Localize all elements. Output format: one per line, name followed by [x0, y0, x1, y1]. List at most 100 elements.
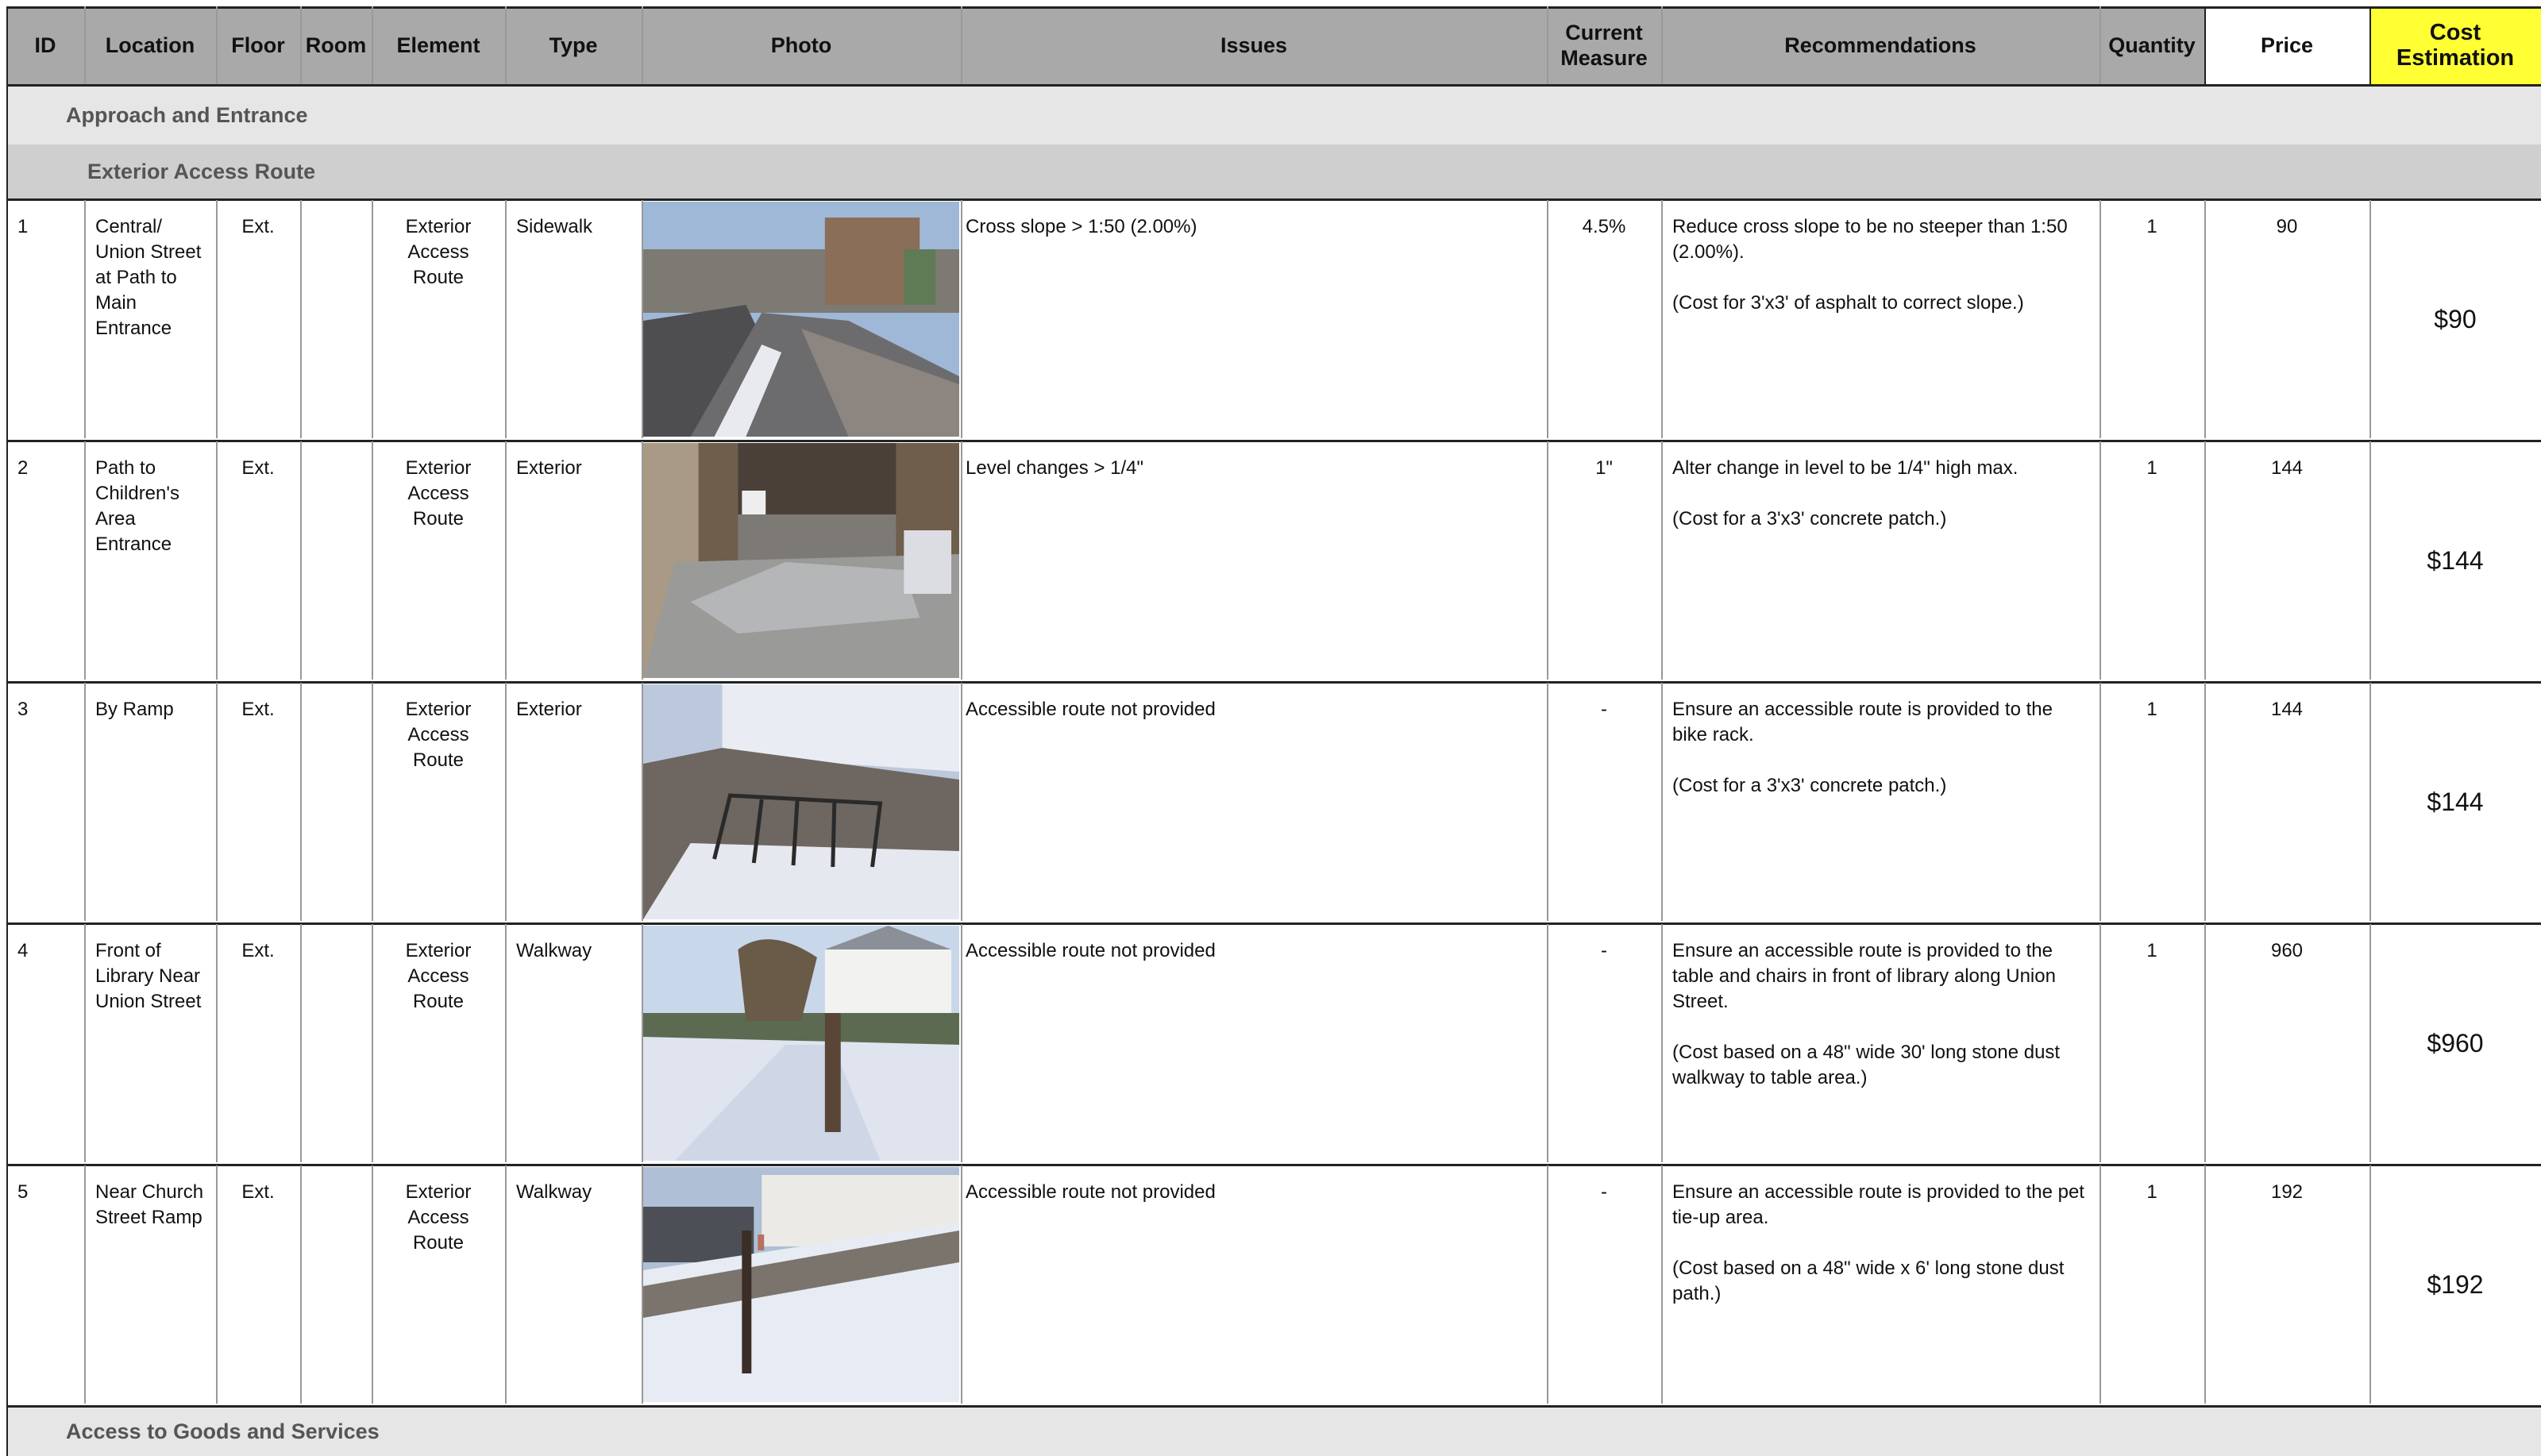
pet-tie-up-photo	[642, 1165, 961, 1404]
cell-floor[interactable]: Ext.	[216, 683, 300, 921]
column-header-location[interactable]: Location	[84, 6, 216, 84]
grid-line	[372, 924, 373, 1162]
cell-room[interactable]	[300, 200, 372, 438]
grid-line	[505, 200, 507, 438]
cell-current-measure[interactable]: -	[1547, 924, 1661, 1162]
column-header-recommendations[interactable]: Recommendations	[1661, 6, 2100, 84]
cell-issues[interactable]: Cross slope > 1:50 (2.00%)	[961, 200, 1547, 438]
cell-current-measure[interactable]: 1"	[1547, 441, 1661, 680]
cost-estimation-cell[interactable]: $960	[2369, 924, 2541, 1162]
cell-quantity[interactable]: 1	[2100, 683, 2204, 921]
cell-element[interactable]: Exterior Access Route	[372, 683, 505, 921]
grid-line	[300, 6, 302, 84]
cell-current-measure[interactable]: -	[1547, 683, 1661, 921]
cell-current-measure[interactable]: -	[1547, 1165, 1661, 1404]
grid-line	[216, 1165, 218, 1404]
grid-line	[2100, 683, 2101, 921]
cell-current-measure[interactable]: 4.5%	[1547, 200, 1661, 438]
cell-element[interactable]: Exterior Access Route	[372, 924, 505, 1162]
cell-id[interactable]: 4	[6, 924, 84, 1162]
cell-room[interactable]	[300, 441, 372, 680]
column-header-quantity[interactable]: Quantity	[2100, 6, 2204, 84]
column-header-cost[interactable]: Cost Estimation	[2369, 6, 2541, 84]
column-header-photo[interactable]: Photo	[642, 6, 961, 84]
cell-floor[interactable]: Ext.	[216, 1165, 300, 1404]
grid-line	[2204, 441, 2206, 680]
cell-issues[interactable]: Level changes > 1/4"	[961, 441, 1547, 680]
column-header-id[interactable]: ID	[6, 6, 84, 84]
grid-line	[6, 1405, 2541, 1408]
cell-recommendations[interactable]: Alter change in level to be 1/4" high ma…	[1661, 441, 2100, 680]
cell-issues[interactable]: Accessible route not provided	[961, 683, 1547, 921]
cell-room[interactable]	[300, 924, 372, 1162]
cell-type[interactable]: Sidewalk	[505, 200, 642, 438]
cell-location[interactable]: Near Church Street Ramp	[84, 1165, 216, 1404]
grid-line	[961, 1165, 962, 1404]
cell-location[interactable]: Central/ Union Street at Path to Main En…	[84, 200, 216, 438]
grid-line	[372, 1165, 373, 1404]
grid-line	[1547, 924, 1548, 1162]
cell-quantity[interactable]: 1	[2100, 1165, 2204, 1404]
cell-issues[interactable]: Accessible route not provided	[961, 1165, 1547, 1404]
grid-line	[961, 683, 962, 921]
cell-price[interactable]: 90	[2204, 200, 2369, 438]
column-header-issues[interactable]: Issues	[961, 6, 1547, 84]
grid-line	[84, 1165, 86, 1404]
grid-line	[1661, 200, 1663, 438]
grid-line	[300, 1165, 302, 1404]
cell-element[interactable]: Exterior Access Route	[372, 1165, 505, 1404]
cell-room[interactable]	[300, 683, 372, 921]
cell-location[interactable]: Front of Library Near Union Street	[84, 924, 216, 1162]
cost-estimation-cell[interactable]: $90	[2369, 200, 2541, 438]
cell-price[interactable]: 960	[2204, 924, 2369, 1162]
cell-location[interactable]: By Ramp	[84, 683, 216, 921]
grid-line	[1547, 200, 1548, 438]
cell-price[interactable]: 192	[2204, 1165, 2369, 1404]
cell-recommendations[interactable]: Ensure an accessible route is provided t…	[1661, 683, 2100, 921]
column-header-type[interactable]: Type	[505, 6, 642, 84]
cell-quantity[interactable]: 1	[2100, 441, 2204, 680]
cell-quantity[interactable]: 1	[2100, 924, 2204, 1162]
cell-room[interactable]	[300, 1165, 372, 1404]
grid-line	[961, 924, 962, 1162]
column-header-room[interactable]: Room	[300, 6, 372, 84]
cell-recommendations[interactable]: Ensure an accessible route is provided t…	[1661, 1165, 2100, 1404]
cell-location[interactable]: Path to Children's Area Entrance	[84, 441, 216, 680]
cell-type[interactable]: Walkway	[505, 1165, 642, 1404]
cell-recommendations[interactable]: Reduce cross slope to be no steeper than…	[1661, 200, 2100, 438]
grid-line	[961, 6, 962, 84]
cell-type[interactable]: Exterior	[505, 441, 642, 680]
cell-type[interactable]: Exterior	[505, 683, 642, 921]
cell-price[interactable]: 144	[2204, 683, 2369, 921]
grid-line	[1661, 683, 1663, 921]
cost-estimation-cell[interactable]: $192	[2369, 1165, 2541, 1404]
cell-price[interactable]: 144	[2204, 441, 2369, 680]
grid-line	[642, 924, 643, 1162]
column-header-price[interactable]: Price	[2204, 6, 2369, 84]
cell-floor[interactable]: Ext.	[216, 924, 300, 1162]
cell-id[interactable]: 1	[6, 200, 84, 438]
cell-element[interactable]: Exterior Access Route	[372, 200, 505, 438]
cell-issues[interactable]: Accessible route not provided	[961, 924, 1547, 1162]
cell-id[interactable]: 2	[6, 441, 84, 680]
cell-quantity[interactable]: 1	[2100, 200, 2204, 438]
cost-estimation-cell[interactable]: $144	[2369, 441, 2541, 680]
grid-line	[642, 1165, 643, 1404]
grid-line	[505, 1165, 507, 1404]
cell-type[interactable]: Walkway	[505, 924, 642, 1162]
grid-line	[2100, 6, 2101, 84]
column-header-floor[interactable]: Floor	[216, 6, 300, 84]
cell-floor[interactable]: Ext.	[216, 200, 300, 438]
grid-line	[6, 6, 2541, 9]
cell-id[interactable]: 5	[6, 1165, 84, 1404]
grid-line	[2369, 683, 2371, 921]
column-header-element[interactable]: Element	[372, 6, 505, 84]
cell-element[interactable]: Exterior Access Route	[372, 441, 505, 680]
cell-recommendations[interactable]: Ensure an accessible route is provided t…	[1661, 924, 2100, 1162]
cost-estimation-cell[interactable]: $144	[2369, 683, 2541, 921]
grid-line	[1661, 441, 1663, 680]
grid-line	[2204, 683, 2206, 921]
column-header-current-measure[interactable]: Current Measure	[1547, 6, 1661, 84]
cell-id[interactable]: 3	[6, 683, 84, 921]
cell-floor[interactable]: Ext.	[216, 441, 300, 680]
